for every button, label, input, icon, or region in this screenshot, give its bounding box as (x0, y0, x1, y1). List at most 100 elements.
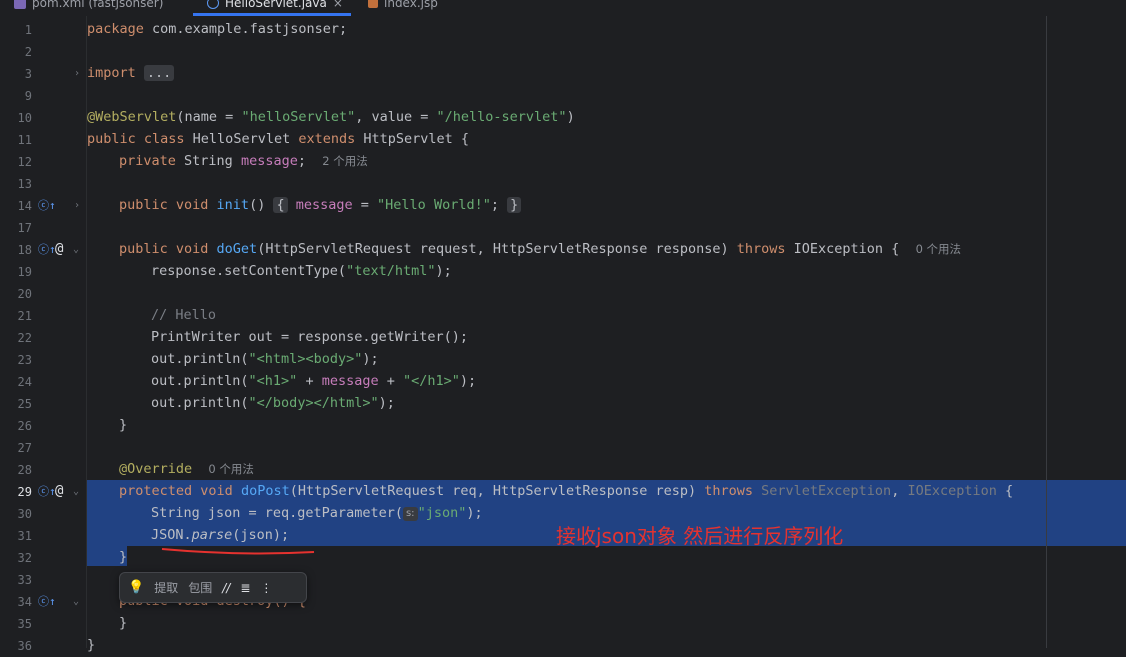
line-number: 21 (17, 309, 32, 323)
annotation-web-icon[interactable]: @ (55, 242, 63, 256)
tab-label: HelloServlet.java (225, 0, 327, 10)
comment-icon[interactable]: // (222, 581, 230, 595)
line-number: 11 (17, 133, 32, 147)
folded-brace[interactable]: } (507, 197, 522, 213)
code-text: HttpServlet { (355, 131, 470, 147)
fold-collapse-icon[interactable]: ⌄ (73, 243, 79, 257)
code-text: ); (466, 505, 483, 521)
override-method-icon[interactable]: ⓒ↑ (38, 243, 56, 257)
code-line: String json = req.getParameter(s: "json")… (151, 502, 483, 524)
code-text: (json); (232, 527, 290, 543)
parameter-hint: s: (402, 507, 418, 521)
override-method-icon[interactable]: ⓒ↑ (38, 485, 56, 499)
code-text: () (249, 197, 266, 213)
annotation: @WebServlet (87, 109, 177, 125)
code-text: ); (362, 351, 379, 367)
usage-hint[interactable]: 0 个用法 (208, 462, 253, 476)
folded-brace[interactable]: { (273, 197, 288, 213)
code-text: { (996, 483, 1014, 499)
keyword: public class (87, 131, 185, 147)
line-number: 10 (17, 111, 32, 125)
field-name: message (321, 373, 379, 389)
annotation-web-icon[interactable]: @ (55, 484, 63, 498)
code-text: ); (435, 263, 452, 279)
method-name: doGet (216, 241, 258, 257)
lightbulb-icon[interactable]: 💡 (128, 580, 144, 595)
tab-label: pom.xml (fastjsonser) (32, 0, 164, 10)
code-text: + (378, 373, 404, 389)
fold-collapse-icon[interactable]: ⌄ (73, 595, 79, 609)
line-number: 18 (17, 243, 32, 257)
method-name: init (216, 197, 250, 213)
line-number: 3 (24, 67, 32, 81)
line-number: 24 (17, 375, 32, 389)
code-line: private String message; 2 个用法 (119, 150, 368, 172)
code-line: } (119, 414, 127, 436)
code-line: public void init() { message = "Hello Wo… (119, 194, 522, 216)
tab-helloservlet-java[interactable]: HelloServlet.java × (207, 0, 343, 14)
keyword: import (87, 65, 136, 81)
folded-imports[interactable]: ... (143, 65, 175, 81)
line-number: 34 (17, 595, 32, 609)
fold-collapse-icon[interactable]: ⌄ (73, 485, 79, 499)
fold-expand-icon[interactable]: › (74, 67, 80, 81)
usage-hint[interactable]: 2 个用法 (322, 154, 367, 168)
surround-button[interactable]: 包围 (188, 579, 212, 596)
line-number: 31 (17, 529, 32, 543)
line-number: 2 (24, 45, 32, 59)
code-text: + (297, 373, 322, 389)
code-line: PrintWriter out = response.getWriter(); (151, 326, 468, 348)
line-number: 17 (17, 221, 32, 235)
string-literal: "/hello-servlet" (436, 109, 567, 125)
code-text: ; (297, 153, 306, 169)
tab-pom-xml[interactable]: pom.xml (fastjsonser) (14, 0, 163, 14)
right-margin-guide (1046, 16, 1047, 648)
keyword: extends (298, 131, 356, 147)
code-text: out.println( (151, 373, 249, 389)
line-number: 27 (17, 441, 32, 455)
line-number: 19 (17, 265, 32, 279)
code-text: (HttpServletRequest request, HttpServlet… (257, 241, 737, 257)
code-text: com.example.fastjsonser; (143, 21, 348, 37)
more-options-icon[interactable]: ⋮ (260, 581, 272, 595)
keyword: throws (736, 241, 786, 257)
tab-label: index.jsp (384, 0, 438, 10)
keyword: package (87, 21, 144, 37)
annotation: @Override (119, 461, 193, 477)
override-method-icon[interactable]: ⓒ↑ (38, 595, 56, 609)
close-icon[interactable]: × (333, 0, 343, 10)
code-text: = (352, 197, 378, 213)
string-literal: "<h1>" (248, 373, 298, 389)
code-line: public class HelloServlet extends HttpSe… (87, 128, 469, 150)
line-number: 32 (17, 551, 32, 565)
class-icon (207, 0, 219, 9)
field-name: message (240, 153, 298, 169)
fold-expand-icon[interactable]: › (74, 199, 80, 213)
extract-button[interactable]: 提取 (154, 579, 178, 596)
code-line: package com.example.fastjsonser; (87, 18, 347, 40)
code-text: response.setContentType( (151, 263, 347, 279)
code-text: ); (459, 373, 477, 389)
code-line: response.setContentType("text/html"); (151, 260, 452, 282)
line-number-gutter[interactable]: 1 2 3 9 10 11 12 13 14 17 18 19 20 21 22… (0, 16, 86, 653)
code-text: (HttpServletRequest req, HttpServletResp… (289, 483, 705, 499)
code-text: } (119, 549, 128, 565)
keyword: public void (119, 197, 209, 213)
code-line: import ... (87, 62, 175, 84)
string-literal: "Hello World!" (377, 197, 491, 213)
code-text: IOException { (785, 241, 900, 257)
code-text: } (119, 615, 128, 631)
code-line: out.println("</body></html>"); (151, 392, 395, 414)
line-number: 29 (17, 485, 32, 499)
field-name: message (295, 197, 353, 213)
code-line: } (87, 634, 95, 656)
string-literal: "text/html" (346, 263, 436, 279)
code-line: JSON.parse(json); (151, 524, 289, 546)
line-number: 26 (17, 419, 32, 433)
tab-index-jsp[interactable]: index.jsp (368, 0, 438, 14)
override-method-icon[interactable]: ⓒ↑ (38, 199, 56, 213)
code-text: out.println( (151, 395, 249, 411)
reformat-icon[interactable]: ≣ (240, 581, 250, 595)
code-text: } (119, 417, 128, 433)
usage-hint[interactable]: 0 个用法 (916, 242, 961, 256)
